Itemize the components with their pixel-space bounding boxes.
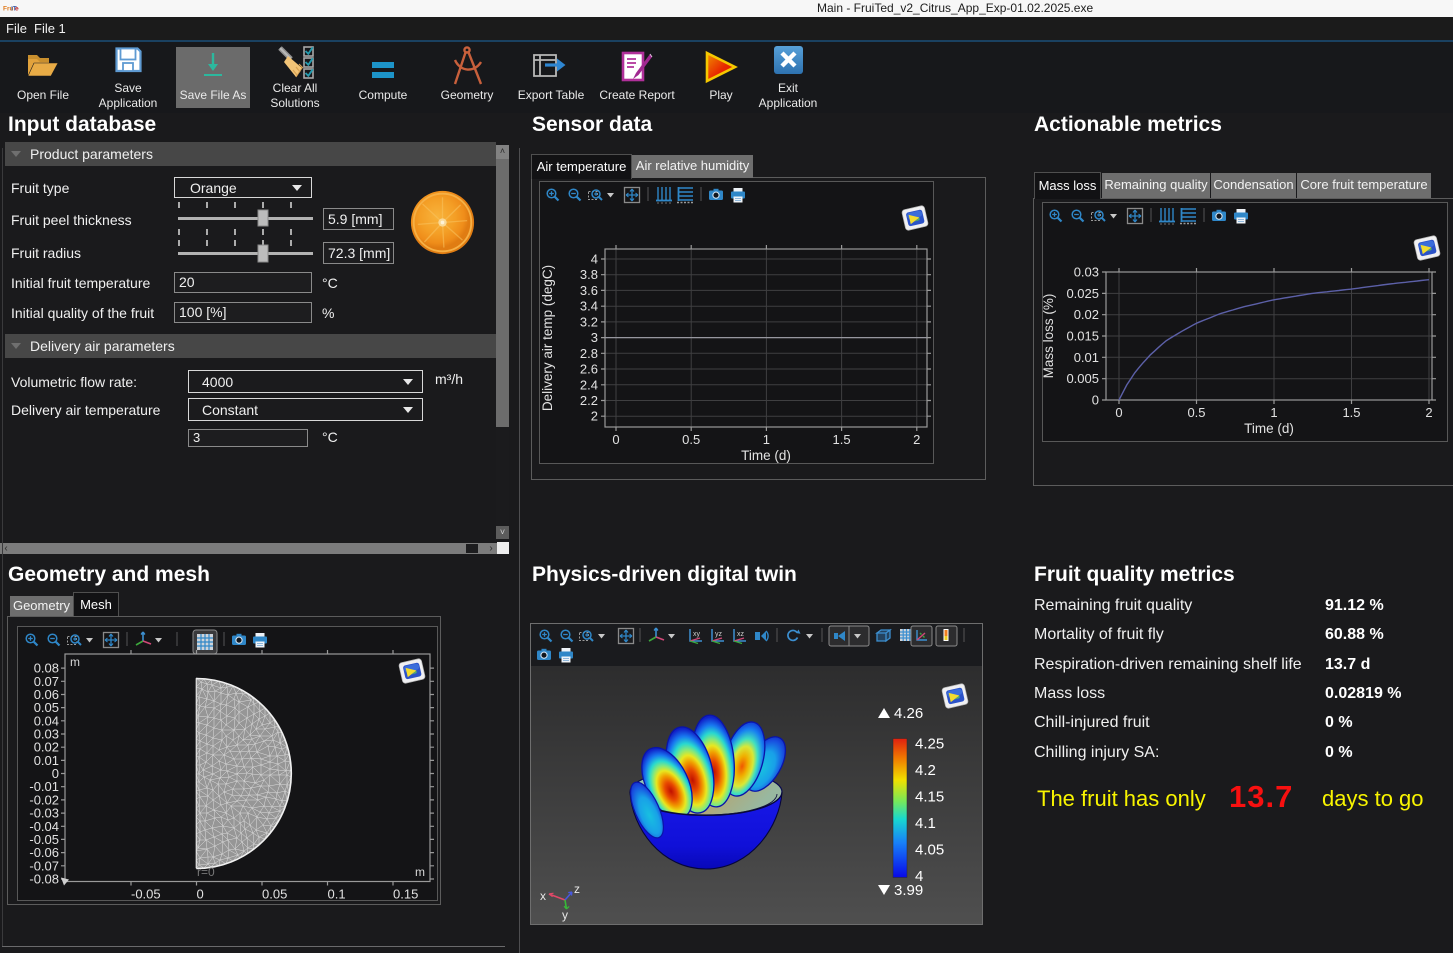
svg-text:Time (d): Time (d) [1244,421,1294,436]
svg-text:1: 1 [763,432,770,447]
svg-text:2: 2 [913,432,920,447]
svg-text:0.015: 0.015 [1066,329,1099,344]
svg-text:Mass loss (%): Mass loss (%) [1042,294,1056,379]
svg-text:3: 3 [591,330,598,345]
svg-text:2: 2 [1425,405,1432,420]
svg-text:1.5: 1.5 [833,432,851,447]
svg-text:1: 1 [1270,405,1277,420]
svg-text:4.05: 4.05 [915,842,944,859]
svg-text:Time (d): Time (d) [741,448,791,463]
svg-text:4.26: 4.26 [894,705,923,722]
svg-text:0.5: 0.5 [1187,405,1205,420]
svg-text:0.025: 0.025 [1066,286,1099,301]
svg-text:0.05: 0.05 [262,887,287,902]
svg-text:2.2: 2.2 [580,393,598,408]
svg-text:-0.05: -0.05 [131,887,161,902]
svg-text:ed: ed [15,6,19,13]
svg-text:yz: yz [715,631,723,638]
svg-text:0: 0 [1115,405,1122,420]
svg-text:3.6: 3.6 [580,283,598,298]
svg-text:4.15: 4.15 [915,789,944,806]
svg-text:0.005: 0.005 [1066,371,1099,386]
svg-text:x: x [540,889,546,903]
svg-text:0.03: 0.03 [1074,265,1099,280]
svg-text:2.4: 2.4 [580,377,598,392]
svg-text:1.5: 1.5 [1342,405,1360,420]
svg-text:2.8: 2.8 [580,346,598,361]
svg-text:0.1: 0.1 [328,887,346,902]
svg-text:r=0: r=0 [197,865,215,879]
svg-text:2.6: 2.6 [580,362,598,377]
svg-text:-0.08: -0.08 [29,872,59,887]
svg-text:3.8: 3.8 [580,267,598,282]
svg-text:0: 0 [197,887,204,902]
svg-text:0: 0 [1092,393,1099,408]
svg-text:4.1: 4.1 [915,815,936,832]
svg-text:2: 2 [591,409,598,424]
svg-text:m: m [70,655,80,669]
svg-text:0: 0 [612,432,619,447]
svg-text:0.15: 0.15 [393,887,418,902]
svg-text:3.2: 3.2 [580,314,598,329]
svg-text:y: y [562,908,568,922]
svg-text:z: z [574,882,580,896]
svg-text:4.25: 4.25 [915,736,944,753]
svg-text:xz: xz [737,631,745,638]
svg-text:0.5: 0.5 [682,432,700,447]
svg-text:xy: xy [693,631,701,638]
svg-text:4: 4 [591,252,598,267]
svg-text:3.4: 3.4 [580,299,598,314]
svg-text:Delivery air temp (degC): Delivery air temp (degC) [540,265,555,411]
svg-text:0.01: 0.01 [1074,350,1099,365]
svg-text:0.02: 0.02 [1074,307,1099,322]
svg-text:3.99: 3.99 [894,882,923,899]
svg-text:4.2: 4.2 [915,762,936,779]
svg-text:m: m [415,865,425,879]
